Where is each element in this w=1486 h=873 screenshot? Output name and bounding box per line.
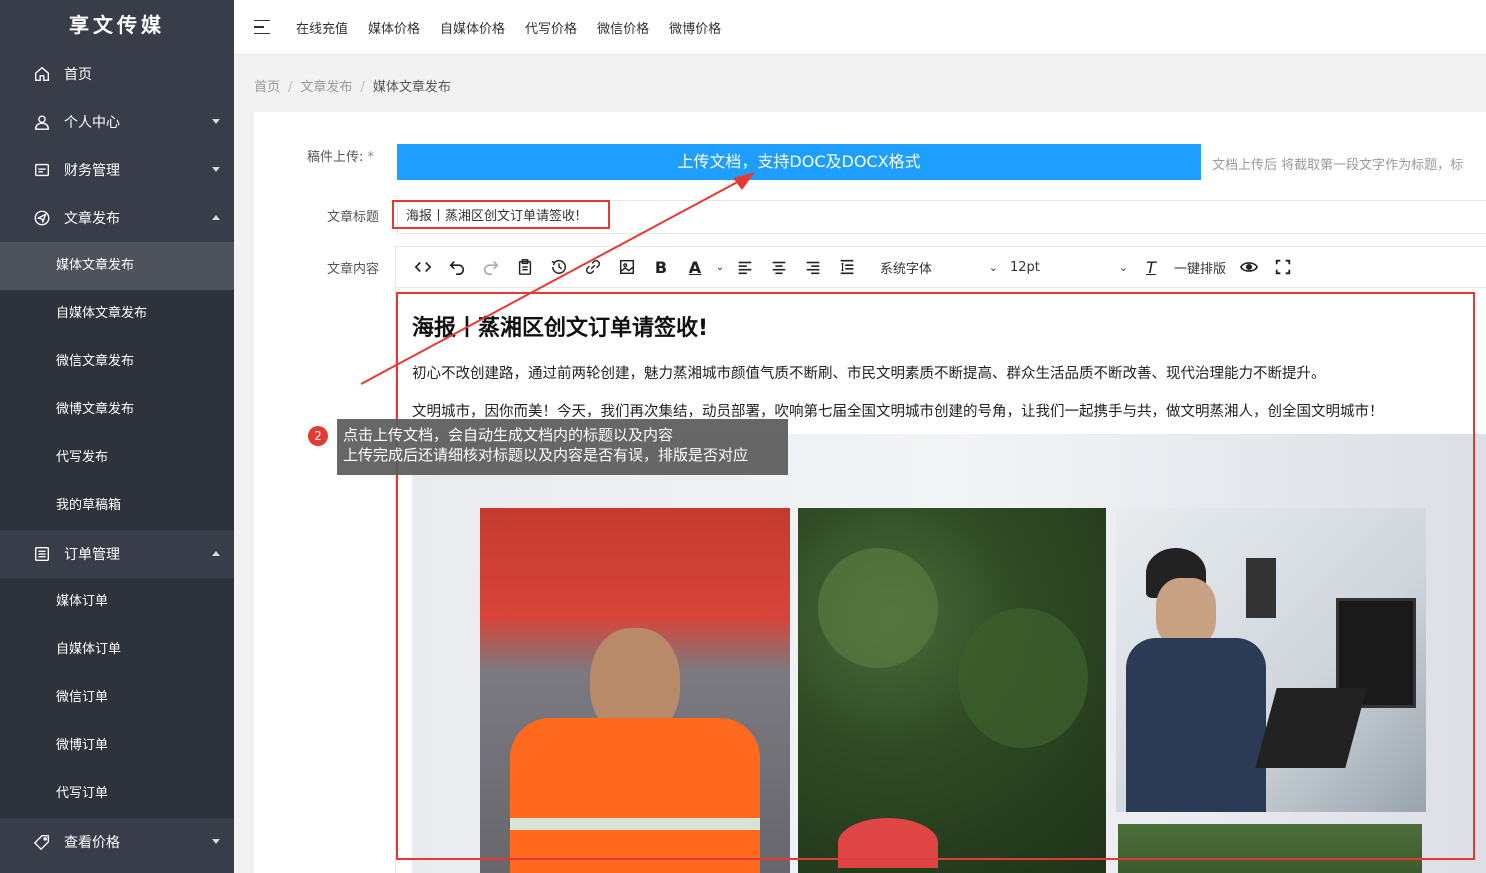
sidebar-item-label: 个人中心 (64, 115, 120, 131)
user-icon (32, 112, 52, 132)
one-click-format-button[interactable]: 一键排版 (1168, 258, 1232, 277)
chevron-down-icon: ⌄ (988, 260, 998, 274)
sidebar-sub-weibo-orders[interactable]: 微博订单 (0, 722, 234, 770)
align-right-icon[interactable] (796, 255, 830, 279)
topnav-ghostwrite-price[interactable]: 代写价格 (525, 18, 577, 37)
breadcrumb-home[interactable]: 首页 (254, 80, 280, 95)
sidebar-item-finance[interactable]: 财务管理 (0, 146, 234, 194)
code-icon[interactable] (406, 255, 440, 279)
clear-format-icon[interactable]: T (1134, 255, 1168, 279)
redo-icon[interactable] (474, 255, 508, 279)
preview-eye-icon[interactable] (1232, 255, 1266, 279)
history-icon[interactable] (542, 255, 576, 279)
line-height-icon[interactable] (830, 255, 864, 279)
title-label: 文章标题 (326, 210, 379, 225)
upload-label: 稿件上传: * (306, 150, 374, 165)
topnav-wechat-price[interactable]: 微信价格 (597, 18, 649, 37)
paste-icon[interactable] (508, 255, 542, 279)
sidebar-item-label: 文章发布 (64, 211, 120, 227)
sidebar-item-price[interactable]: 查看价格 (0, 818, 234, 866)
sidebar-item-label: 订单管理 (64, 547, 120, 563)
annotation-tooltip: 点击上传文档，会自动生成文档内的标题以及内容 上传完成后还请细核对标题以及内容是… (337, 419, 788, 475)
chevron-down-icon (212, 839, 220, 844)
sidebar-item-article[interactable]: 文章发布 (0, 194, 234, 242)
align-left-icon[interactable] (728, 255, 762, 279)
topnav-weibo-price[interactable]: 微博价格 (669, 18, 721, 37)
chevron-up-icon (212, 215, 220, 220)
topnav-recharge[interactable]: 在线充值 (296, 18, 348, 37)
sidebar-item-label: 查看价格 (64, 835, 120, 851)
link-icon[interactable] (576, 255, 610, 279)
menu-toggle-icon[interactable] (254, 19, 270, 35)
sidebar-item-label: 首页 (64, 67, 92, 83)
sidebar-sub-wechat-article[interactable]: 微信文章发布 (0, 338, 234, 386)
chevron-up-icon (212, 551, 220, 556)
sidebar-item-home[interactable]: 首页 (0, 50, 234, 98)
fullscreen-icon[interactable] (1266, 255, 1300, 279)
sidebar-sub-selfmedia-article[interactable]: 自媒体文章发布 (0, 290, 234, 338)
list-icon (32, 544, 52, 564)
font-color-icon[interactable]: A (678, 255, 712, 279)
sidebar: 享文传媒 首页 个人中心 财务管理 文章发布 媒体文章发布 自媒体文章发布 微信… (0, 0, 234, 873)
send-icon (32, 208, 52, 228)
topnav-media-price[interactable]: 媒体价格 (368, 18, 420, 37)
sidebar-sub-weibo-article[interactable]: 微博文章发布 (0, 386, 234, 434)
upload-tip: 文档上传后 将截取第一段文字作为标题，标 (1212, 158, 1464, 173)
sidebar-sub-ghostwrite-orders[interactable]: 代写订单 (0, 770, 234, 818)
breadcrumb-section[interactable]: 文章发布 (300, 80, 352, 95)
bold-icon[interactable]: B (644, 255, 678, 279)
editor-toolbar: B A ⌄ 系统字体 ⌄ 12pt ⌄ T 一键排版 (395, 246, 1486, 288)
tooltip-line: 上传完成后还请细核对标题以及内容是否有误，排版是否对应 (343, 446, 749, 464)
title-highlight-box (392, 200, 610, 229)
chevron-down-icon[interactable]: ⌄ (712, 255, 728, 279)
content-label: 文章内容 (326, 262, 379, 277)
top-nav: 在线充值 媒体价格 自媒体价格 代写价格 微信价格 微博价格 (296, 18, 721, 37)
tooltip-line: 点击上传文档，会自动生成文档内的标题以及内容 (343, 426, 674, 444)
image-icon[interactable] (610, 255, 644, 279)
content-highlight-box (396, 292, 1475, 860)
sidebar-sub-ghostwrite[interactable]: 代写发布 (0, 434, 234, 482)
step-badge: 2 (308, 426, 328, 446)
top-bar: 在线充值 媒体价格 自媒体价格 代写价格 微信价格 微博价格 (234, 0, 1486, 55)
chevron-down-icon (212, 167, 220, 172)
sidebar-sub-selfmedia-orders[interactable]: 自媒体订单 (0, 626, 234, 674)
breadcrumb: 首页 / 文章发布 / 媒体文章发布 (254, 80, 451, 95)
sidebar-sub-media-article[interactable]: 媒体文章发布 (0, 242, 234, 290)
sidebar-item-profile[interactable]: 个人中心 (0, 98, 234, 146)
breadcrumb-current: 媒体文章发布 (372, 80, 451, 95)
chevron-down-icon: ⌄ (1118, 260, 1128, 274)
font-size-select[interactable]: 12pt ⌄ (1004, 260, 1134, 275)
undo-icon[interactable] (440, 255, 474, 279)
sidebar-sub-media-orders[interactable]: 媒体订单 (0, 578, 234, 626)
sidebar-item-label: 财务管理 (64, 163, 120, 179)
wallet-icon (32, 160, 52, 180)
font-family-select[interactable]: 系统字体 ⌄ (874, 258, 1004, 277)
sidebar-sub-wechat-orders[interactable]: 微信订单 (0, 674, 234, 722)
align-center-icon[interactable] (762, 255, 796, 279)
tag-icon (32, 832, 52, 852)
upload-document-button[interactable]: 上传文档，支持DOC及DOCX格式 (397, 144, 1201, 180)
brand-logo: 享文传媒 (69, 13, 165, 37)
sidebar-sub-drafts[interactable]: 我的草稿箱 (0, 482, 234, 530)
topnav-selfmedia-price[interactable]: 自媒体价格 (440, 18, 505, 37)
chevron-down-icon (212, 119, 220, 124)
sidebar-item-orders[interactable]: 订单管理 (0, 530, 234, 578)
home-icon (32, 64, 52, 84)
